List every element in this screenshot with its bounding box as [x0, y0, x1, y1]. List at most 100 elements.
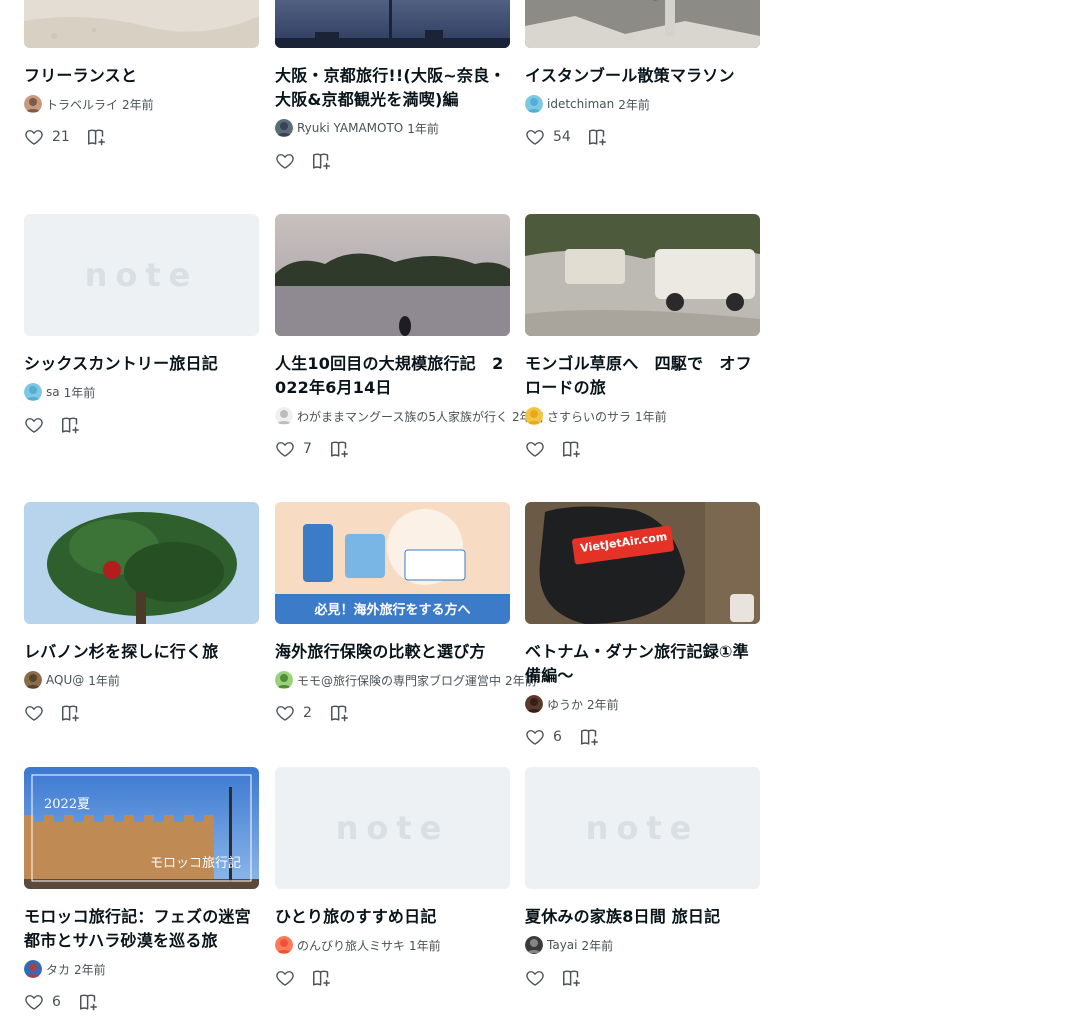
article-title[interactable]: 夏休みの家族8日間 旅日記 [525, 905, 760, 929]
avatar[interactable] [24, 95, 42, 113]
article-thumbnail[interactable]: note [525, 767, 760, 889]
post-time: 1年前 [63, 385, 96, 400]
add-to-magazine-button[interactable] [78, 991, 100, 1013]
post-time: 2年前 [581, 938, 614, 953]
heart-icon [24, 415, 44, 435]
note-logo-placeholder: note [335, 809, 450, 847]
avatar[interactable] [24, 960, 42, 978]
article-card[interactable]: レバノン杉を探しに行く旅 AQU@ 1年前 [24, 502, 259, 726]
author-name[interactable]: Ryuki YAMAMOTO [297, 121, 403, 135]
article-card[interactable]: note シックスカントリー旅日記 sa 1年前 [24, 214, 259, 438]
article-card[interactable]: フリーランスと トラベルライ 2年前 21 [24, 0, 259, 150]
article-thumbnail[interactable]: 2022夏 モロッコ旅行記 [24, 767, 259, 889]
add-to-magazine-button[interactable] [329, 438, 351, 460]
heart-icon [275, 703, 295, 723]
like-button[interactable] [525, 439, 545, 459]
article-title[interactable]: モロッコ旅行記：フェズの迷宮都市とサハラ砂漠を巡る旅 [24, 905, 259, 953]
add-to-magazine-button[interactable] [561, 438, 583, 460]
add-to-magazine-button[interactable] [579, 726, 601, 748]
avatar[interactable] [275, 407, 293, 425]
add-to-magazine-button[interactable] [561, 967, 583, 989]
like-button[interactable] [525, 968, 545, 988]
author-name[interactable]: わがままマングース族の5人家族が行く [297, 408, 508, 425]
post-time: 1年前 [407, 121, 439, 136]
article-card[interactable]: 2022夏 モロッコ旅行記モロッコ旅行記：フェズの迷宮都市とサハラ砂漠を巡る旅タカ… [24, 767, 259, 1015]
article-title[interactable]: シックスカントリー旅日記 [24, 352, 259, 376]
like-button[interactable]: 21 [24, 127, 70, 147]
avatar[interactable] [525, 695, 543, 713]
magazine-add-icon [561, 438, 583, 460]
avatar[interactable] [525, 407, 543, 425]
author-name[interactable]: idetchiman [547, 97, 614, 111]
article-thumbnail[interactable] [275, 214, 510, 336]
article-title[interactable]: イスタンブール散策マラソン [525, 64, 760, 88]
heart-icon [525, 727, 545, 747]
like-button[interactable] [275, 968, 295, 988]
like-button[interactable]: 2 [275, 703, 313, 723]
heart-icon [24, 703, 44, 723]
avatar[interactable] [275, 671, 293, 689]
article-title[interactable]: 人生10回目の大規模旅行記 2022年6月14日 [275, 352, 510, 400]
author-name[interactable]: sa [46, 385, 60, 399]
article-thumbnail[interactable]: note [275, 767, 510, 889]
article-card[interactable]: モンゴル草原へ 四駆で オフロードの旅 さすらいのサラ 1年前 [525, 214, 760, 462]
article-card[interactable]: 人生10回目の大規模旅行記 2022年6月14日わがままマングース族の5人家族が… [275, 214, 544, 462]
avatar[interactable] [525, 936, 543, 954]
like-button[interactable] [24, 703, 44, 723]
article-card[interactable]: 大阪・京都旅行!!(大阪~奈良・大阪&京都観光を満喫)編 Ryuki YAMAMO… [275, 0, 510, 174]
article-card[interactable]: note ひとり旅のすすめ日記 のんびり旅人ミサキ 1年前 [275, 767, 510, 991]
article-title[interactable]: ひとり旅のすすめ日記 [275, 905, 510, 929]
avatar[interactable] [24, 383, 42, 401]
add-to-magazine-button[interactable] [60, 414, 82, 436]
add-to-magazine-button[interactable] [329, 702, 351, 724]
author-name[interactable]: Tayai [547, 938, 578, 952]
add-to-magazine-button[interactable] [311, 967, 333, 989]
avatar[interactable] [24, 671, 42, 689]
article-card[interactable]: 必見！海外旅行をする方へ海外旅行保険の比較と選び方モモ@旅行保険の専門家ブログ運… [275, 502, 537, 726]
article-card[interactable]: VietJetAir.com ベトナム・ダナン旅行記録①準備編～ ゆうか 2年前 6 [525, 502, 760, 750]
article-title[interactable]: 海外旅行保険の比較と選び方 [275, 640, 510, 664]
avatar[interactable] [275, 936, 293, 954]
article-thumbnail[interactable] [24, 0, 259, 48]
article-thumbnail[interactable] [275, 0, 510, 48]
magazine-add-icon [86, 126, 108, 148]
like-button[interactable]: 7 [275, 439, 313, 459]
author-name[interactable]: のんびり旅人ミサキ [297, 937, 405, 954]
article-title[interactable]: フリーランスと [24, 64, 259, 88]
article-thumbnail[interactable]: VietJetAir.com [525, 502, 760, 624]
author-name[interactable]: AQU@ [46, 673, 84, 687]
article-thumbnail[interactable]: note [24, 214, 259, 336]
heart-icon [275, 151, 295, 171]
article-title[interactable]: レバノン杉を探しに行く旅 [24, 640, 259, 664]
like-button[interactable] [24, 415, 44, 435]
like-button[interactable]: 6 [525, 727, 563, 747]
thumbnail-caption: モロッコ旅行記 [149, 856, 241, 871]
add-to-magazine-button[interactable] [60, 702, 82, 724]
author-name[interactable]: ゆうか [547, 696, 583, 713]
article-thumbnail[interactable] [525, 214, 760, 336]
article-title[interactable]: 大阪・京都旅行!!(大阪~奈良・大阪&京都観光を満喫)編 [275, 64, 510, 112]
add-to-magazine-button[interactable] [587, 126, 609, 148]
avatar[interactable] [275, 119, 293, 137]
article-title[interactable]: ベトナム・ダナン旅行記録①準備編～ [525, 640, 760, 688]
article-meta: ゆうか 2年前 [525, 692, 760, 716]
article-meta: トラベルライ 2年前 [24, 92, 259, 116]
article-card[interactable]: イスタンブール散策マラソン idetchiman 2年前 54 [525, 0, 760, 150]
article-actions [275, 965, 510, 991]
add-to-magazine-button[interactable] [311, 150, 333, 172]
article-thumbnail[interactable] [525, 0, 760, 48]
author-name[interactable]: モモ@旅行保険の専門家ブログ運営中 [297, 672, 501, 689]
like-button[interactable]: 6 [24, 992, 62, 1012]
avatar[interactable] [525, 95, 543, 113]
author-name[interactable]: さすらいのサラ [547, 408, 631, 425]
article-title[interactable]: モンゴル草原へ 四駆で オフロードの旅 [525, 352, 760, 400]
author-name[interactable]: トラベルライ [46, 96, 118, 113]
add-to-magazine-button[interactable] [86, 126, 108, 148]
heart-icon [525, 968, 545, 988]
like-button[interactable]: 54 [525, 127, 571, 147]
article-thumbnail[interactable]: 必見！海外旅行をする方へ [275, 502, 510, 624]
article-card[interactable]: note 夏休みの家族8日間 旅日記 Tayai 2年前 [525, 767, 760, 991]
like-button[interactable] [275, 151, 295, 171]
author-name[interactable]: タカ [46, 961, 70, 978]
article-thumbnail[interactable] [24, 502, 259, 624]
